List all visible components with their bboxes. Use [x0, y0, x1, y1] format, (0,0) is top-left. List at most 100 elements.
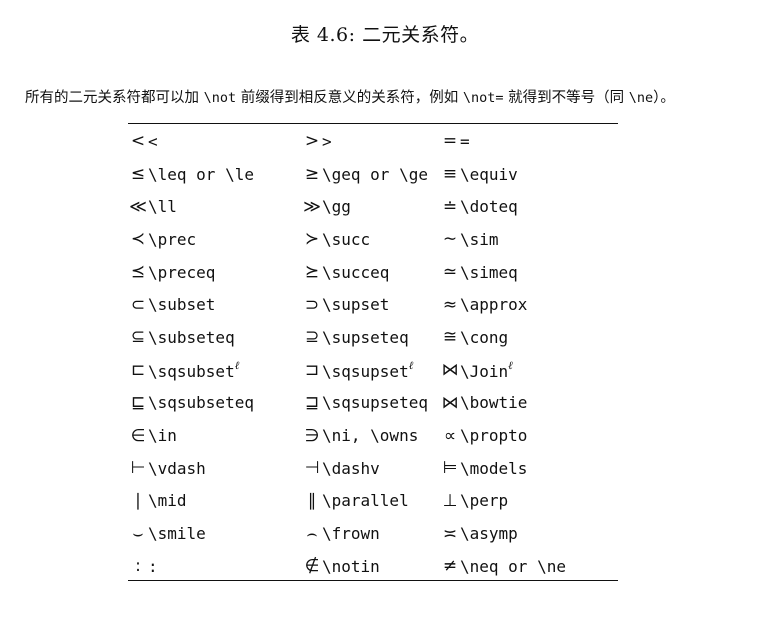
relation-symbol: ≠ [442, 556, 458, 577]
relation-command: \preceq [148, 256, 302, 289]
relation-command: \bowtie [460, 387, 566, 420]
relation-command: \subseteq [148, 321, 302, 354]
relation-symbol: ≈ [442, 294, 458, 315]
relation-symbol: ⊃ [304, 294, 320, 315]
relation-command: \subset [148, 288, 302, 321]
binary-relations-table: < < > > = = ≤ \leq or \le ≥ \geq or \ge ≡ \equiv ≪ \l… [128, 125, 566, 583]
relation-symbol: ⊣ [304, 458, 320, 479]
relation-command: \neq or \ne [460, 550, 566, 583]
relation-command: \dashv [322, 452, 440, 485]
relation-command: > [322, 125, 440, 158]
intro-text-3: 就得到不等号（同 [503, 90, 629, 106]
relation-command-text: \parallel [322, 491, 409, 511]
relation-command-text: \geq or \ge [322, 164, 428, 184]
relation-command-text: \propto [460, 426, 528, 446]
relation-command-text: \prec [148, 229, 197, 249]
table-row: ∈ \in ∋ \ni, \owns ∝ \propto [128, 419, 566, 452]
relation-symbol: ≍ [442, 523, 458, 544]
relation-symbol: ⪰ [304, 262, 320, 283]
relation-command: \sim [460, 223, 566, 256]
table-row: ⊂ \subset ⊃ \supset ≈ \approx [128, 288, 566, 321]
intro-code-not: \not [203, 90, 237, 106]
intro-text-2: 前缀得到相反意义的关系符，例如 [236, 90, 463, 106]
relation-command-text: \vdash [148, 458, 206, 478]
relation-command: \leq or \le [148, 158, 302, 191]
relation-symbol: ≤ [130, 164, 146, 185]
table-row: ≤ \leq or \le ≥ \geq or \ge ≡ \equiv [128, 158, 566, 191]
intro-paragraph: 所有的二元关系符都可以加 \not 前缀得到相反意义的关系符，例如 \not= … [25, 86, 765, 107]
relation-symbol: > [304, 131, 320, 152]
relation-symbol: ⪯ [130, 262, 146, 283]
table-row: ≪ \ll ≫ \gg ≐ \doteq [128, 190, 566, 223]
table-caption: 表 4.6: 二元关系符。 [290, 24, 480, 46]
relation-command: \succ [322, 223, 440, 256]
relation-command-text: \in [148, 426, 177, 446]
relation-symbol: ∋ [304, 425, 320, 446]
relation-command-text: \dashv [322, 458, 380, 478]
relation-command-text: \frown [322, 524, 380, 544]
relation-symbol: ⊢ [130, 458, 146, 479]
relation-command-text: < [148, 131, 158, 151]
relation-symbol: ⊇ [304, 327, 320, 348]
superscript-ell-note: ℓ [408, 359, 414, 373]
relation-symbol: < [130, 131, 146, 152]
relation-command-text: \simeq [460, 262, 518, 282]
relation-symbol: ∉ [304, 556, 320, 577]
relation-command-text: \approx [460, 295, 528, 315]
relation-symbol: ⊑ [130, 392, 146, 413]
relation-command-text: \doteq [460, 197, 518, 217]
relation-command: \equiv [460, 158, 566, 191]
table-row: ⪯ \preceq ⪰ \succeq ≃ \simeq [128, 256, 566, 289]
relation-command-text: \models [460, 458, 528, 478]
relation-symbol: ≫ [303, 196, 321, 217]
relation-command: \sqsubseteq [148, 387, 302, 420]
intro-text-4: ）。 [653, 90, 675, 106]
relation-symbol: ⊐ [304, 360, 320, 381]
relation-command: \gg [322, 190, 440, 223]
relation-symbol: ≃ [442, 262, 458, 283]
relation-command-text: \supseteq [322, 327, 409, 347]
relation-command-text: \smile [148, 524, 206, 544]
relation-symbol: ⊏ [130, 360, 146, 381]
relation-command-text: \notin [322, 556, 380, 576]
relation-command-text: \sim [460, 229, 499, 249]
relation-command-text: \bowtie [460, 393, 528, 413]
relation-symbol: ∈ [130, 425, 146, 446]
relation-command: \supset [322, 288, 440, 321]
relation-symbol: ∝ [443, 425, 457, 446]
relation-command: \ni, \owns [322, 419, 440, 452]
relation-command: \supseteq [322, 321, 440, 354]
relation-symbol: ∼ [442, 229, 458, 250]
relation-command-text: \succ [322, 229, 371, 249]
table-bottom-rule [128, 580, 618, 581]
relation-command-text: \sqsubset [148, 362, 235, 382]
relation-command: \in [148, 419, 302, 452]
relation-command: \succeq [322, 256, 440, 289]
relation-symbol: ⊂ [130, 294, 146, 315]
relation-symbol: ⊆ [130, 327, 146, 348]
relation-command-text: \sqsupseteq [322, 393, 428, 413]
relation-command-text: \ll [148, 197, 177, 217]
superscript-ell-note: ℓ [234, 359, 240, 373]
relation-command: \sqsupsetℓ [322, 354, 440, 387]
relation-command-text: \subset [148, 295, 216, 315]
relation-command: \Joinℓ [460, 354, 566, 387]
relation-command-text: \supset [322, 295, 390, 315]
relation-command: \sqsubsetℓ [148, 354, 302, 387]
relation-command: \doteq [460, 190, 566, 223]
intro-code-ne: \ne [628, 90, 654, 106]
relation-command-text: \cong [460, 327, 509, 347]
superscript-ell-note: ℓ [508, 359, 513, 373]
relation-command-text: \leq or \le [148, 164, 254, 184]
relation-command-text: \sqsupset [322, 362, 409, 382]
relation-command: \frown [322, 517, 440, 550]
relation-command: \parallel [322, 485, 440, 518]
relation-command: : [148, 550, 302, 583]
relation-command-text: \gg [322, 197, 351, 217]
table-row: ∣ \mid ∥ \parallel ⊥ \perp [128, 485, 566, 518]
relation-command: \ll [148, 190, 302, 223]
relation-command-text: \ni, \owns [322, 426, 419, 446]
relation-command: \simeq [460, 256, 566, 289]
relation-command-text: \succeq [322, 262, 390, 282]
relation-command-text: \neq or \ne [460, 556, 566, 576]
